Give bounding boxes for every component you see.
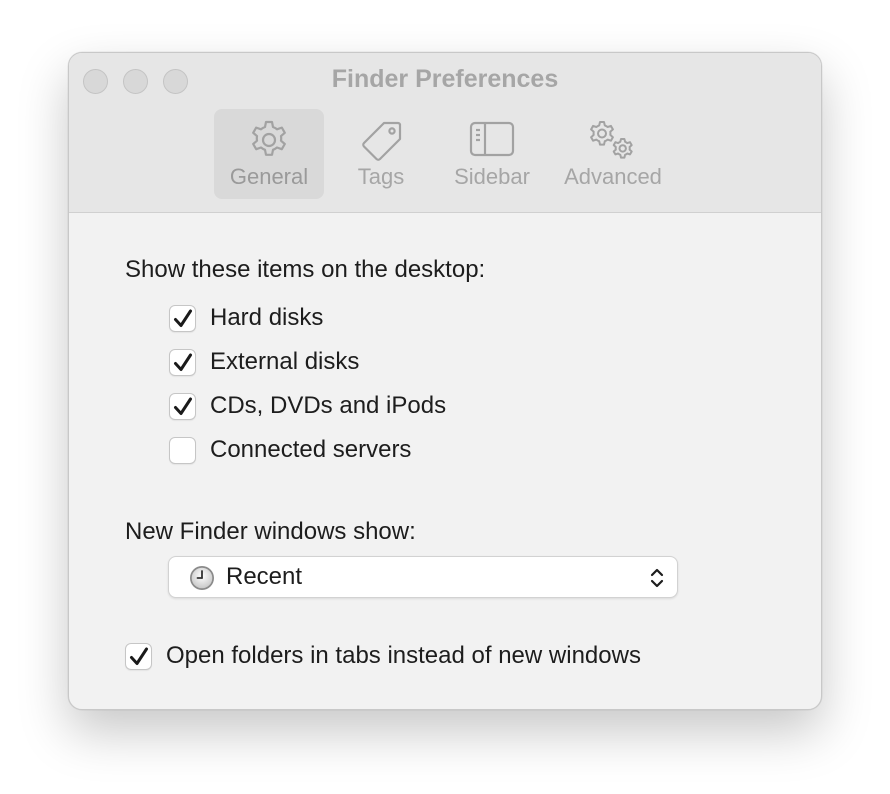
- tab-general-label: General: [229, 164, 309, 189]
- hard-disks-checkbox[interactable]: [169, 304, 196, 332]
- external-disks-checkbox[interactable]: [169, 348, 196, 376]
- checkmark-icon: [174, 309, 192, 327]
- connected-servers-label: Connected servers: [210, 436, 412, 463]
- open-folders-in-tabs-label: Open folders in tabs instead of new wind…: [166, 642, 641, 669]
- cds-dvds-ipods-label: CDs, DVDs and iPods: [210, 392, 447, 419]
- tab-sidebar[interactable]: Sidebar: [441, 109, 543, 199]
- desktop-items-heading: Show these items on the desktop:: [125, 256, 486, 283]
- tab-sidebar-label: Sidebar: [454, 164, 530, 189]
- tab-tags-label: Tags: [357, 164, 405, 189]
- window-title: Finder Preferences: [331, 65, 559, 93]
- connected-servers-option[interactable]: Connected servers: [169, 435, 411, 465]
- external-disks-option[interactable]: External disks: [169, 347, 359, 377]
- advanced-gears-icon: [590, 121, 633, 159]
- tab-general[interactable]: General: [214, 109, 324, 199]
- clock-icon: [190, 566, 214, 590]
- tab-advanced[interactable]: Advanced: [551, 109, 675, 199]
- checkmark-icon: [174, 353, 192, 371]
- hard-disks-option[interactable]: Hard disks: [169, 303, 323, 333]
- checkmark-icon: [174, 397, 192, 415]
- open-folders-in-tabs-option[interactable]: Open folders in tabs instead of new wind…: [125, 641, 641, 671]
- hard-disks-label: Hard disks: [210, 304, 324, 331]
- external-disks-label: External disks: [210, 348, 360, 375]
- sidebar-icon: [469, 121, 515, 157]
- cds-dvds-ipods-checkbox[interactable]: [169, 392, 196, 420]
- title-bar: Finder Preferences General Tags Sidebar …: [69, 53, 821, 213]
- cds-dvds-ipods-option[interactable]: CDs, DVDs and iPods: [169, 391, 446, 421]
- finder-preferences-window: Finder Preferences General Tags Sidebar …: [68, 52, 822, 710]
- open-folders-in-tabs-checkbox[interactable]: [125, 642, 152, 670]
- new-window-popup-value: Recent: [226, 563, 303, 590]
- tag-icon: [362, 121, 402, 161]
- tab-tags[interactable]: Tags: [329, 109, 433, 199]
- checkmark-icon: [130, 647, 148, 665]
- new-window-popup[interactable]: Recent: [168, 556, 678, 598]
- gear-icon: [252, 120, 286, 156]
- up-down-chevron-icon: [650, 568, 664, 588]
- new-window-heading: New Finder windows show:: [125, 518, 416, 545]
- connected-servers-checkbox[interactable]: [169, 436, 196, 464]
- tab-advanced-label: Advanced: [564, 164, 662, 189]
